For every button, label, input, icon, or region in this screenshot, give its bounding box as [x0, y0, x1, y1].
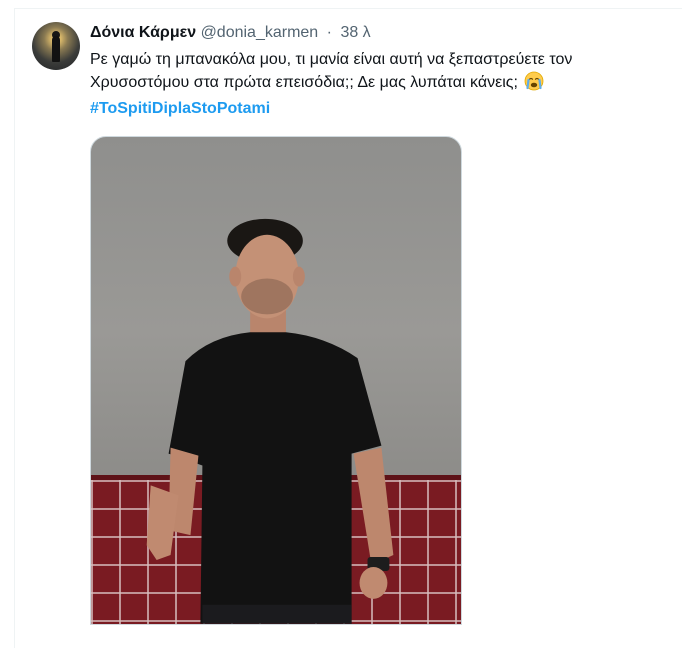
tweet-text-line-2: Χρυσοστόμου στα πρώτα επεισόδια;; Δε μας… [90, 71, 660, 98]
author-handle[interactable]: @donia_karmen [201, 24, 319, 41]
tweet-timestamp[interactable]: 38 λ [340, 24, 370, 41]
author-name[interactable]: Δόνια Κάρμεν [90, 24, 196, 41]
avatar[interactable] [32, 22, 80, 70]
separator-dot: · [326, 24, 332, 41]
tweet-header: Δόνια Κάρμεν @donia_karmen · 38 λ [90, 22, 371, 44]
tweet-photo[interactable] [90, 136, 462, 625]
avatar-figure [52, 36, 60, 62]
man-in-black-tshirt [146, 218, 394, 624]
tweet-text-line-2-content: Χρυσοστόμου στα πρώτα επεισόδια;; Δε μας… [90, 74, 518, 91]
tweet-text-line-1: Ρε γαμώ τη μπανακόλα μου, τι μανία είναι… [90, 51, 573, 68]
crying-face-emoji-icon [524, 71, 544, 98]
hashtag-link[interactable]: #ToSpitiDiplaStoPotami [90, 98, 660, 120]
tweet-text: Ρε γαμώ τη μπανακόλα μου, τι μανία είναι… [90, 49, 660, 120]
